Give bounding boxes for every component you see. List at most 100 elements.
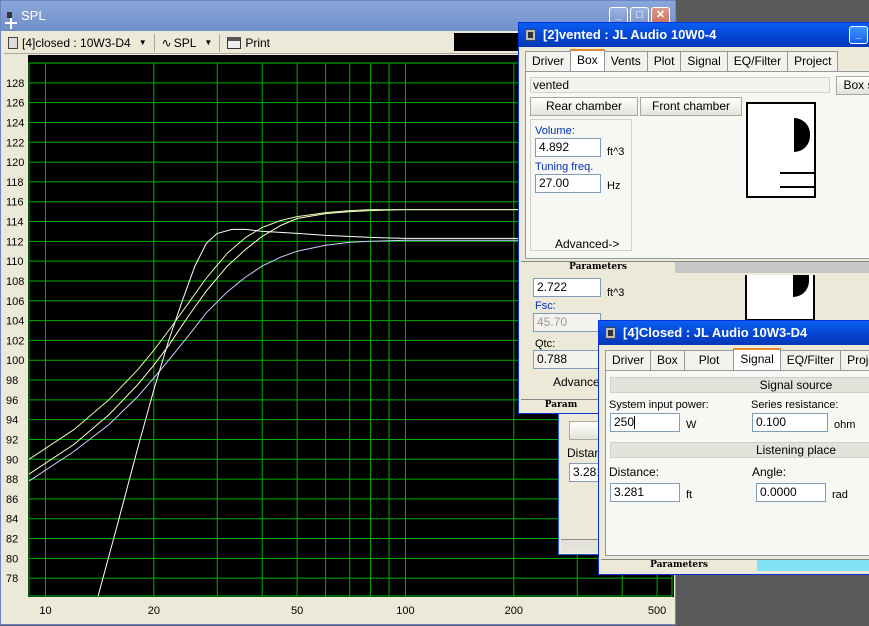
minimize-icon[interactable]: _ bbox=[849, 26, 868, 44]
qtc-field: 0.788 bbox=[533, 350, 601, 369]
tuning-field[interactable]: 27.00 bbox=[535, 174, 601, 193]
y-tick-label: 116 bbox=[6, 197, 24, 209]
signal-source-header: Signal source bbox=[610, 377, 869, 393]
speaker-icon bbox=[793, 275, 809, 297]
toolbar-divider bbox=[219, 33, 221, 52]
tab-eq-filter[interactable]: EQ/Filter bbox=[779, 350, 842, 370]
closed-window: [4]Closed : JL Audio 10W3-D4 Driver Box … bbox=[598, 320, 869, 575]
tuning-unit: Hz bbox=[607, 180, 621, 192]
power-field[interactable]: 250 bbox=[610, 413, 680, 432]
chevron-down-icon: ▼ bbox=[204, 38, 213, 47]
vented-title: [2]vented : JL Audio 10W0-4 bbox=[543, 27, 717, 42]
y-tick-label: 108 bbox=[6, 276, 24, 288]
tab-box[interactable]: Box bbox=[570, 49, 605, 71]
y-tick-label: 106 bbox=[6, 296, 24, 308]
y-tick-label: 96 bbox=[6, 395, 18, 407]
closed-progress bbox=[757, 559, 869, 571]
port-line-icon bbox=[780, 186, 816, 188]
tab-project[interactable]: Project bbox=[840, 350, 869, 370]
y-tick-label: 118 bbox=[6, 177, 24, 189]
rear-chamber-group: Volume: 4.892 ft^3 Tuning freq. 27.00 Hz… bbox=[530, 119, 632, 251]
y-tick-label: 98 bbox=[6, 375, 18, 387]
resistance-label: Series resistance: bbox=[751, 399, 839, 411]
resistance-field[interactable]: 0.100 bbox=[752, 413, 828, 432]
x-tick-label: 50 bbox=[291, 605, 303, 617]
front-chamber-button[interactable]: Front chamber bbox=[640, 97, 742, 116]
curve-selector-label: [4]closed : 10W3-D4 bbox=[22, 35, 131, 50]
rear-chamber-button[interactable]: Rear chamber bbox=[530, 97, 638, 116]
advanced2-button[interactable]: Advance bbox=[553, 375, 600, 389]
tab-driver[interactable]: Driver bbox=[605, 350, 651, 370]
y-tick-label: 92 bbox=[6, 434, 18, 446]
y-tick-label: 84 bbox=[6, 514, 18, 526]
resistance-unit: ohm bbox=[834, 419, 856, 431]
print-button[interactable]: Print bbox=[223, 33, 274, 53]
tab-signal[interactable]: Signal bbox=[733, 348, 781, 370]
vented-tabs: Driver Box Vents Plot Signal EQ/Filter P… bbox=[525, 49, 839, 71]
box-settings-button[interactable]: Box s bbox=[836, 76, 869, 95]
box-diagram bbox=[746, 102, 816, 198]
y-tick-label: 104 bbox=[6, 316, 24, 328]
print-label: Print bbox=[245, 35, 270, 50]
y-tick-label: 112 bbox=[6, 236, 24, 248]
y-tick-label: 124 bbox=[6, 117, 24, 129]
angle-field[interactable]: 0.0000 bbox=[756, 483, 826, 502]
y-tick-label: 122 bbox=[6, 137, 24, 149]
x-tick-label: 200 bbox=[505, 605, 523, 617]
y-tick-label: 78 bbox=[6, 573, 18, 585]
y-tick-label: 110 bbox=[6, 256, 24, 268]
angle-unit: rad bbox=[832, 489, 848, 501]
vented-titlebar[interactable]: [2]vented : JL Audio 10W0-4 bbox=[519, 23, 869, 47]
tab-plot[interactable]: Plot bbox=[683, 350, 735, 370]
x-tick-label: 20 bbox=[148, 605, 160, 617]
vented-statusbar-2: Param bbox=[521, 399, 601, 411]
waveform-icon: ∿ bbox=[161, 35, 172, 50]
y-tick-label: 102 bbox=[6, 335, 24, 347]
advanced-button[interactable]: Advanced-> bbox=[555, 237, 619, 251]
volume-unit: ft^3 bbox=[607, 146, 625, 158]
y-tick-label: 80 bbox=[6, 553, 18, 565]
mode-selector[interactable]: ∿ SPL ▼ bbox=[158, 33, 217, 53]
y-tick-label: 120 bbox=[6, 157, 24, 169]
bg-distance-label: Distan bbox=[567, 446, 602, 460]
volume-label: Volume: bbox=[535, 125, 575, 137]
power-unit: W bbox=[686, 419, 697, 431]
toolbar-divider bbox=[153, 33, 155, 52]
power-value: 250 bbox=[614, 415, 635, 429]
closed-statusbar: Parameters bbox=[601, 559, 757, 571]
tab-signal[interactable]: Signal bbox=[680, 51, 728, 71]
y-tick-label: 90 bbox=[6, 454, 18, 466]
tab-vents[interactable]: Vents bbox=[603, 51, 648, 71]
tab-project[interactable]: Project bbox=[787, 51, 839, 71]
x-tick-label: 10 bbox=[39, 605, 51, 617]
volume-field[interactable]: 4.892 bbox=[535, 138, 601, 157]
x-tick-label: 100 bbox=[396, 605, 414, 617]
closed-titlebar[interactable]: [4]Closed : JL Audio 10W3-D4 bbox=[599, 321, 869, 345]
y-tick-label: 126 bbox=[6, 98, 24, 110]
y-tick-label: 100 bbox=[6, 355, 24, 367]
y-tick-label: 114 bbox=[6, 217, 24, 229]
tab-driver[interactable]: Driver bbox=[525, 51, 571, 71]
tab-plot[interactable]: Plot bbox=[646, 51, 682, 71]
curve-icon bbox=[8, 36, 18, 49]
port-line-icon bbox=[780, 172, 816, 174]
fsc-field: 45.70 bbox=[533, 313, 601, 332]
power-label: System input power: bbox=[609, 399, 709, 411]
mode-label: SPL bbox=[173, 35, 197, 50]
y-tick-label: 88 bbox=[6, 474, 18, 486]
tab-box[interactable]: Box bbox=[650, 350, 685, 370]
vented-window-icon bbox=[525, 29, 536, 41]
closed-title: [4]Closed : JL Audio 10W3-D4 bbox=[623, 325, 808, 340]
y-tick-label: 86 bbox=[6, 494, 18, 506]
box-name-field[interactable]: vented bbox=[530, 77, 830, 93]
curve-selector[interactable]: [4]closed : 10W3-D4 ▼ bbox=[4, 33, 151, 53]
closed-window-icon bbox=[605, 327, 616, 339]
printer-icon bbox=[227, 36, 242, 49]
tab-eq-filter[interactable]: EQ/Filter bbox=[726, 51, 789, 71]
volume2-unit: ft^3 bbox=[607, 287, 625, 299]
volume2-field[interactable]: 2.722 bbox=[533, 278, 601, 297]
y-tick-label: 128 bbox=[6, 78, 24, 90]
angle-label: Angle: bbox=[752, 465, 787, 479]
closed-tabs: Driver Box Plot Signal EQ/Filter Project bbox=[605, 348, 869, 370]
distance-field[interactable]: 3.281 bbox=[610, 483, 680, 502]
